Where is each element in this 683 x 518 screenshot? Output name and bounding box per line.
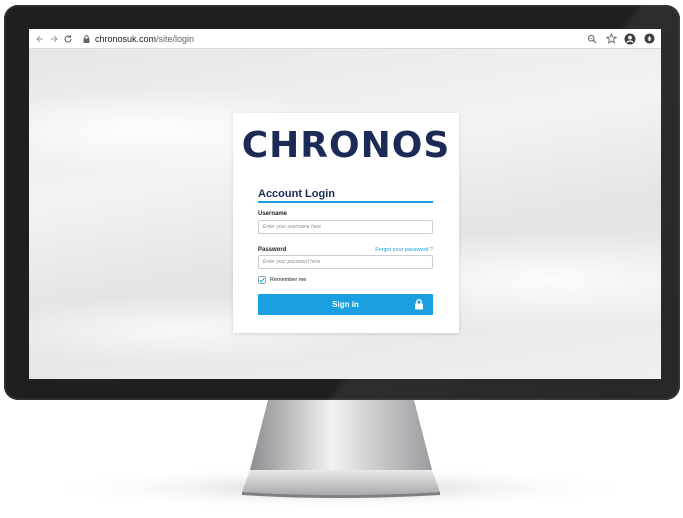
checkmark-icon <box>259 277 265 283</box>
login-card: CHRONOS Account Login Username Password … <box>233 113 459 333</box>
login-title: Account Login <box>258 188 335 200</box>
monitor-bezel: chronosuk.com/site/login CHRONOS Account… <box>4 5 680 400</box>
page-background: CHRONOS Account Login Username Password … <box>29 50 661 379</box>
toolbar-actions <box>586 33 655 45</box>
address-bar[interactable]: chronosuk.com/site/login <box>81 32 194 46</box>
remember-me-checkbox[interactable] <box>258 276 266 284</box>
account-icon[interactable] <box>624 33 636 45</box>
remember-me-row[interactable]: Remember me <box>258 276 306 284</box>
forward-arrow-icon[interactable] <box>47 32 61 46</box>
username-input[interactable] <box>258 220 433 234</box>
username-label: Username <box>258 211 288 217</box>
reload-icon[interactable] <box>61 32 75 46</box>
remember-me-label: Remember me <box>270 277 307 283</box>
url-host: chronosuk.com <box>95 33 157 44</box>
browser-toolbar: chronosuk.com/site/login <box>29 29 661 49</box>
brand-logo: CHRONOS <box>241 125 451 166</box>
extension-icon[interactable] <box>643 33 655 45</box>
browser-window: chronosuk.com/site/login CHRONOS Account… <box>29 29 661 379</box>
url-path: /site/login <box>156 33 195 44</box>
zoom-icon[interactable] <box>586 33 598 45</box>
sign-in-button[interactable]: Sign in <box>258 294 433 315</box>
padlock-icon <box>415 299 423 310</box>
password-label: Password <box>258 247 287 253</box>
title-underline <box>258 201 433 203</box>
forgot-password-link[interactable]: Forgot your password ? <box>375 247 433 253</box>
back-arrow-icon[interactable] <box>33 32 47 46</box>
star-icon[interactable] <box>605 33 617 45</box>
lock-icon <box>81 34 91 43</box>
sign-in-label: Sign in <box>332 300 359 309</box>
password-input[interactable] <box>258 255 433 269</box>
